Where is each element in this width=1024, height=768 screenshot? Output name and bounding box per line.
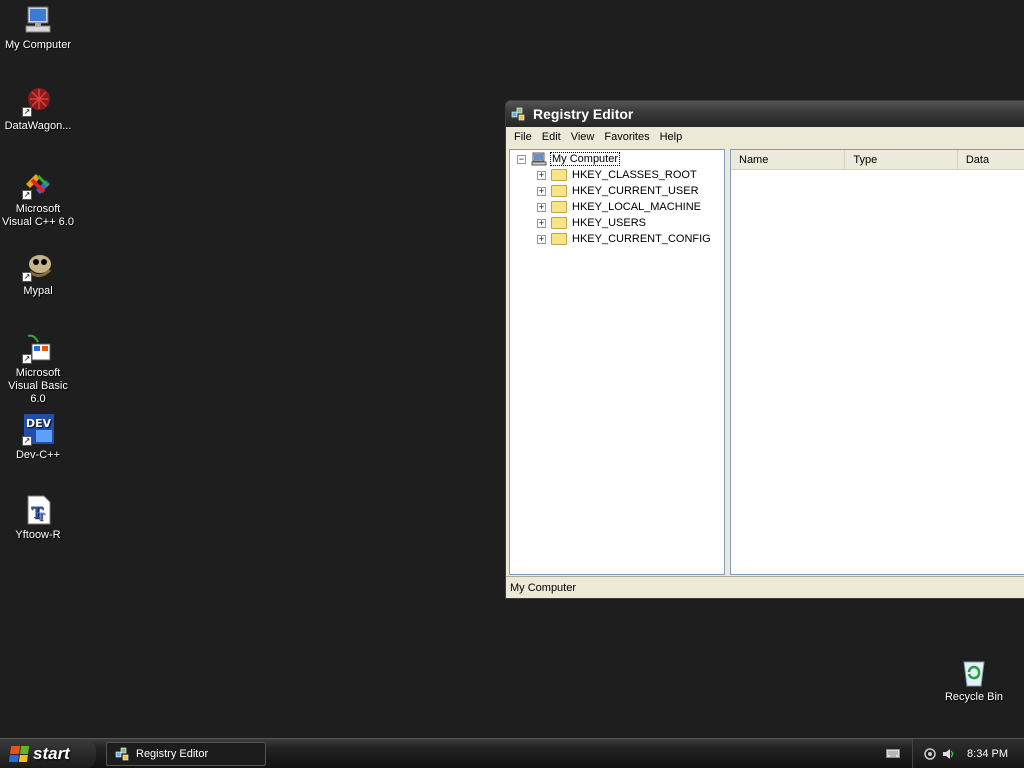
list-header: Name Type Data [731,149,1024,170]
window-titlebar[interactable]: Registry Editor [506,101,1024,127]
menu-help[interactable]: Help [655,131,688,143]
registry-editor-icon [511,106,527,122]
status-bar: My Computer [506,576,1024,598]
column-data[interactable]: Data [958,150,1024,170]
antivirus-tray-icon[interactable] [923,747,937,761]
folder-icon [551,217,567,229]
tree-key-users[interactable]: + HKEY_USERS [537,215,646,231]
tree-key-local-machine[interactable]: + HKEY_LOCAL_MACHINE [537,199,701,215]
desktop-icon-label: Yftoow-R [15,529,61,541]
expand-icon[interactable]: + [537,202,546,212]
computer-node-icon [531,152,547,166]
menu-favorites[interactable]: Favorites [599,131,654,143]
desktop-icon-label: Dev-C++ [15,449,61,461]
expand-icon[interactable]: + [537,186,546,196]
tree-key-label: HKEY_LOCAL_MACHINE [572,201,701,213]
desktop-icon-mypal[interactable]: ↗ Mypal [0,250,76,298]
column-name[interactable]: Name [731,149,846,170]
registry-editor-window[interactable]: Registry Editor File Edit View Favorites… [505,100,1024,599]
clock[interactable]: 8:34 PM [967,748,1008,760]
shortcut-arrow-icon: ↗ [22,190,32,200]
shortcut-arrow-icon: ↗ [22,354,32,364]
desktop-icon-label: DataWagon... [4,120,72,132]
editor-panes: − My Computer + HKEY_CLASSES_ROOT + HKEY… [509,149,1024,575]
mypal-icon: ↗ [22,250,54,282]
recycle-bin-icon [958,656,990,688]
shortcut-arrow-icon: ↗ [22,272,32,282]
system-tray: 8:34 PM [912,739,1024,768]
column-type[interactable]: Type [845,149,958,170]
tree-root-label: My Computer [550,152,621,166]
menu-file[interactable]: File [509,131,537,143]
shortcut-arrow-icon: ↗ [22,107,32,117]
desktop-icon-visual-cpp[interactable]: ↗ Microsoft Visual C++ 6.0 [0,168,76,229]
shortcut-arrow-icon: ↗ [22,436,32,446]
taskbar: start Registry Editor 8:34 PM [0,738,1024,768]
taskbar-button-registry-editor[interactable]: Registry Editor [106,742,266,766]
my-computer-icon [22,4,54,36]
datawagon-icon: ↗ [22,85,54,117]
desktop-icon-recycle-bin[interactable]: Recycle Bin [936,656,1012,704]
tree-root[interactable]: − My Computer [517,151,621,167]
desktop-icon-label: Mypal [23,285,53,297]
visual-cpp-icon: ↗ [22,168,54,200]
desktop-icon-my-computer[interactable]: My Computer [0,4,76,52]
svg-text:DEV: DEV [26,417,52,430]
tree-key-label: HKEY_CURRENT_CONFIG [572,233,711,245]
desktop-icon-label: Microsoft Visual C++ 6.0 [2,203,74,228]
tree-key-label: HKEY_CLASSES_ROOT [572,169,697,181]
folder-icon [551,185,567,197]
windows-logo-icon [8,746,30,762]
desktop-icon-visual-basic[interactable]: ↗ Microsoft Visual Basic 6.0 [0,332,76,406]
expand-icon[interactable]: + [537,170,546,180]
tree-key-current-user[interactable]: + HKEY_CURRENT_USER [537,183,699,199]
tree-key-label: HKEY_USERS [572,217,646,229]
folder-icon [551,169,567,181]
desktop-icon-yftoow[interactable]: T T Yftoow-R [0,494,76,542]
font-file-icon: T T [22,494,54,526]
desktop-icon-label: Microsoft Visual Basic 6.0 [8,367,68,405]
menu-bar: File Edit View Favorites Help [506,127,1024,147]
status-text: My Computer [510,582,577,594]
tree-key-label: HKEY_CURRENT_USER [572,185,699,197]
svg-text:T: T [37,512,45,523]
start-button[interactable]: start [0,739,96,768]
values-list[interactable]: Name Type Data [730,149,1024,575]
start-label: start [33,744,70,763]
keyboard-icon[interactable] [886,747,900,759]
expand-icon[interactable]: + [537,234,546,244]
collapse-icon[interactable]: − [517,154,526,164]
registry-tree[interactable]: − My Computer + HKEY_CLASSES_ROOT + HKEY… [509,149,725,575]
expand-icon[interactable]: + [537,218,546,228]
desktop-icon-label: My Computer [4,39,72,51]
desktop-icon-datawagon[interactable]: ↗ DataWagon... [0,85,76,133]
tree-key-classes-root[interactable]: + HKEY_CLASSES_ROOT [537,167,697,183]
volume-tray-icon[interactable] [941,747,955,761]
folder-icon [551,233,567,245]
window-title: Registry Editor [533,106,634,122]
menu-edit[interactable]: Edit [537,131,566,143]
desktop-icon-dev-cpp[interactable]: DEV ↗ Dev-C++ [0,414,76,462]
menu-view[interactable]: View [566,131,600,143]
dev-cpp-icon: DEV ↗ [22,414,54,446]
desktop-icon-label: Recycle Bin [944,691,1004,703]
visual-basic-icon: ↗ [22,332,54,364]
registry-editor-icon [115,746,131,762]
taskbar-button-label: Registry Editor [136,748,209,760]
folder-icon [551,201,567,213]
tree-key-current-config[interactable]: + HKEY_CURRENT_CONFIG [537,231,711,247]
